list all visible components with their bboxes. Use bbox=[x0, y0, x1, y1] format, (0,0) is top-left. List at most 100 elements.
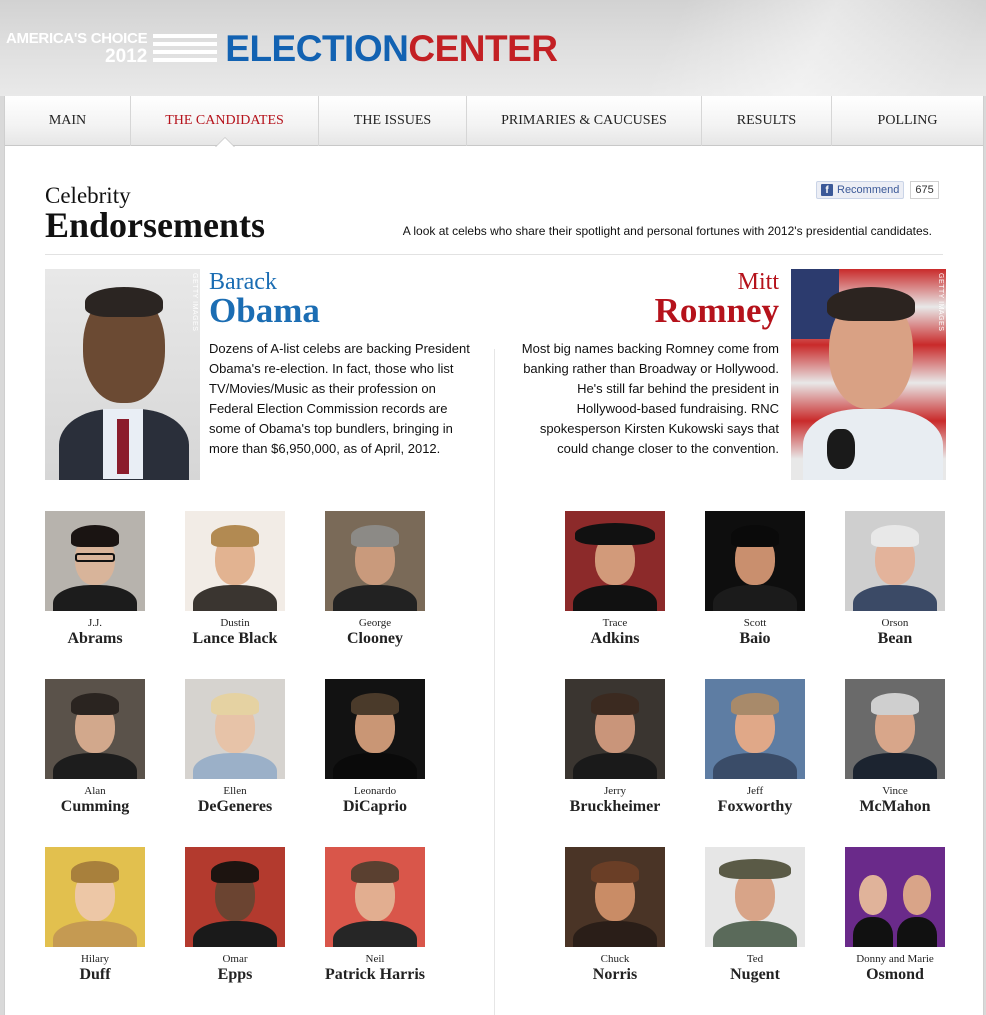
celeb-first-name: Ted bbox=[746, 953, 764, 965]
celeb-photo bbox=[185, 511, 285, 611]
celeb-first-name: Neil bbox=[365, 953, 385, 965]
camo-hat-icon bbox=[719, 859, 791, 879]
americas-choice-label: AMERICA'S CHOICE 2012 bbox=[6, 31, 148, 66]
celeb-last-name: Cumming bbox=[60, 798, 130, 815]
page-subtitle: A look at celebs who share their spotlig… bbox=[402, 224, 932, 238]
celeb-card-foxworthy[interactable]: Jeff Foxworthy bbox=[685, 679, 825, 816]
celeb-card-bruckheimer[interactable]: Jerry Bruckheimer bbox=[545, 679, 685, 816]
celeb-photo bbox=[845, 847, 945, 947]
recommend-button[interactable]: f Recommend bbox=[816, 181, 905, 199]
recommend-label: Recommend bbox=[837, 184, 900, 196]
celeb-card-degeneres[interactable]: Ellen DeGeneres bbox=[165, 679, 305, 816]
celeb-last-name: DeGeneres bbox=[197, 798, 273, 815]
celeb-photo bbox=[705, 679, 805, 779]
celeb-first-name: Omar bbox=[222, 953, 248, 965]
nav-the-issues[interactable]: THE ISSUES bbox=[319, 96, 467, 146]
celeb-last-name: Lance Black bbox=[192, 630, 278, 647]
celeb-last-name: Norris bbox=[592, 966, 638, 983]
celeb-first-name: Donny and Marie bbox=[856, 953, 934, 965]
celeb-card-patrick-harris[interactable]: Neil Patrick Harris bbox=[305, 847, 445, 984]
obama-last-name[interactable]: Obama bbox=[209, 293, 320, 328]
nav-results[interactable]: RESULTS bbox=[702, 96, 832, 146]
celeb-card-clooney[interactable]: George Clooney bbox=[305, 511, 445, 648]
obama-photo-credit: GETTY IMAGES bbox=[191, 273, 198, 332]
celeb-photo bbox=[45, 679, 145, 779]
celeb-last-name: McMahon bbox=[859, 798, 931, 815]
celeb-first-name: Trace bbox=[602, 617, 628, 629]
celeb-first-name: Chuck bbox=[600, 953, 630, 965]
celeb-photo bbox=[565, 511, 665, 611]
celeb-card-osmond[interactable]: Donny and Marie Osmond bbox=[825, 847, 965, 984]
flag-stripes-icon bbox=[153, 34, 218, 62]
celeb-card-lance-black[interactable]: Dustin Lance Black bbox=[165, 511, 305, 648]
nav-polling[interactable]: POLLING bbox=[832, 96, 983, 146]
site-header: AMERICA'S CHOICE 2012 ELECTIONCENTER bbox=[0, 0, 986, 96]
celeb-last-name: DiCaprio bbox=[343, 798, 407, 815]
celeb-last-name: Patrick Harris bbox=[325, 966, 425, 983]
celeb-first-name: Jeff bbox=[746, 785, 764, 797]
obama-photo[interactable]: GETTY IMAGES bbox=[45, 269, 200, 480]
celeb-last-name: Abrams bbox=[67, 630, 123, 647]
title-divider bbox=[45, 254, 943, 255]
romney-description: Most big names backing Romney come from … bbox=[521, 341, 779, 456]
celeb-card-baio[interactable]: Scott Baio bbox=[685, 511, 825, 648]
facebook-icon: f bbox=[821, 184, 833, 196]
celeb-photo bbox=[565, 679, 665, 779]
celeb-card-abrams[interactable]: J.J. Abrams bbox=[25, 511, 165, 648]
nav-primaries-caucuses[interactable]: PRIMARIES & CAUCUSES bbox=[467, 96, 702, 146]
celeb-last-name: Clooney bbox=[347, 630, 403, 647]
celeb-card-nugent[interactable]: Ted Nugent bbox=[685, 847, 825, 984]
election-center-wordmark: ELECTIONCENTER bbox=[225, 27, 558, 69]
page-title: Endorsements bbox=[45, 205, 266, 245]
cowboy-hat-icon bbox=[575, 523, 655, 545]
election-center-logo[interactable]: AMERICA'S CHOICE 2012 ELECTIONCENTER bbox=[6, 27, 558, 69]
celeb-card-dicaprio[interactable]: Leonardo DiCaprio bbox=[305, 679, 445, 816]
celeb-last-name: Baio bbox=[739, 630, 771, 647]
nav-main[interactable]: MAIN bbox=[5, 96, 131, 146]
celeb-last-name: Foxworthy bbox=[717, 798, 793, 815]
celeb-first-name: Jerry bbox=[604, 785, 626, 797]
celeb-first-name: Alan bbox=[84, 785, 106, 797]
celeb-photo bbox=[45, 847, 145, 947]
celeb-photo bbox=[325, 511, 425, 611]
page-title-small: Celebrity bbox=[45, 183, 131, 208]
header-light-streak bbox=[520, 0, 986, 96]
celeb-last-name: Epps bbox=[217, 966, 253, 983]
celeb-photo bbox=[845, 511, 945, 611]
celeb-card-bean[interactable]: Orson Bean bbox=[825, 511, 965, 648]
celeb-photo bbox=[185, 679, 285, 779]
celeb-card-epps[interactable]: Omar Epps bbox=[165, 847, 305, 984]
celeb-card-norris[interactable]: Chuck Norris bbox=[545, 847, 685, 984]
column-divider bbox=[494, 349, 495, 1015]
microphone-icon bbox=[827, 429, 855, 469]
recommend-count: 675 bbox=[910, 181, 939, 199]
wordmark-center: CENTER bbox=[408, 27, 558, 69]
celeb-last-name: Adkins bbox=[590, 630, 640, 647]
celeb-last-name: Duff bbox=[79, 966, 111, 983]
celeb-first-name: Hilary bbox=[80, 953, 110, 965]
celeb-last-name: Bruckheimer bbox=[569, 798, 661, 815]
main-nav: MAIN THE CANDIDATES THE ISSUES PRIMARIES… bbox=[5, 96, 983, 147]
romney-photo[interactable]: GETTY IMAGES bbox=[791, 269, 946, 480]
nav-the-candidates[interactable]: THE CANDIDATES bbox=[131, 96, 319, 147]
celeb-photo bbox=[325, 847, 425, 947]
celeb-photo bbox=[565, 847, 665, 947]
celeb-first-name: Dustin bbox=[220, 617, 250, 629]
celeb-card-duff[interactable]: Hilary Duff bbox=[25, 847, 165, 984]
content-panel: MAIN THE CANDIDATES THE ISSUES PRIMARIES… bbox=[4, 96, 984, 1015]
celeb-photo bbox=[705, 847, 805, 947]
celeb-card-cumming[interactable]: Alan Cumming bbox=[25, 679, 165, 816]
wordmark-election: ELECTION bbox=[225, 27, 409, 69]
celeb-photo bbox=[705, 511, 805, 611]
celeb-photo bbox=[325, 679, 425, 779]
celeb-card-mcmahon[interactable]: Vince McMahon bbox=[825, 679, 965, 816]
celeb-first-name: George bbox=[358, 617, 392, 629]
celeb-first-name: Vince bbox=[882, 785, 908, 797]
celeb-first-name: Orson bbox=[881, 617, 909, 629]
romney-last-name[interactable]: Romney bbox=[655, 293, 779, 328]
romney-photo-credit: GETTY IMAGES bbox=[937, 273, 944, 332]
celeb-first-name: J.J. bbox=[87, 617, 103, 629]
celeb-photo bbox=[185, 847, 285, 947]
celeb-last-name: Bean bbox=[877, 630, 913, 647]
celeb-card-adkins[interactable]: Trace Adkins bbox=[545, 511, 685, 648]
